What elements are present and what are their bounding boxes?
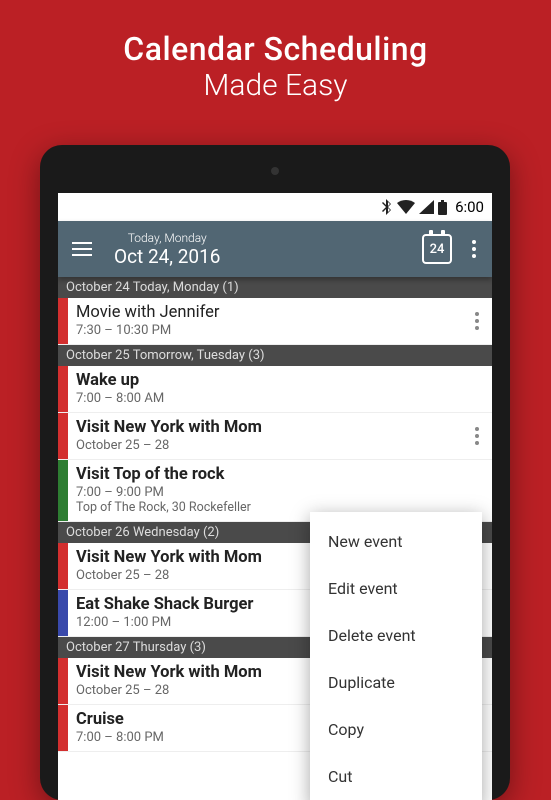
event-time: 7:00 – 9:00 PM [76,485,484,500]
appbar-overflow-icon[interactable] [466,234,482,264]
status-bar: 6:00 [58,193,492,221]
context-menu: New event Edit event Delete event Duplic… [310,512,482,800]
event-color-strip [58,658,68,704]
event-color-strip [58,543,68,589]
event-list: October 24 Today, Monday (1) Movie with … [58,277,492,752]
menu-delete-event[interactable]: Delete event [310,612,482,659]
event-item[interactable]: Visit New York with Mom October 25 – 28 [58,413,492,460]
event-item[interactable]: Wake up 7:00 – 8:00 AM [58,366,492,413]
event-overflow-icon[interactable] [462,413,492,459]
event-color-strip [58,705,68,751]
screen: 6:00 Today, Monday Oct 24, 2016 24 Octob… [58,193,492,800]
event-color-strip [58,460,68,521]
event-title: Wake up [76,371,484,390]
event-time: October 25 – 28 [76,438,454,453]
event-color-strip [58,590,68,636]
hamburger-menu-icon[interactable] [68,238,96,260]
date-picker[interactable]: Today, Monday Oct 24, 2016 [114,231,220,268]
section-header: October 24 Today, Monday (1) [58,277,492,298]
wifi-icon [397,200,415,214]
promo-line1: Calendar Scheduling [0,30,551,68]
event-color-strip [58,413,68,459]
event-time: 7:30 – 10:30 PM [76,323,454,338]
event-color-strip [58,366,68,412]
menu-new-event[interactable]: New event [310,518,482,565]
section-header: October 25 Tomorrow, Tuesday (3) [58,345,492,366]
clock-text: 6:00 [455,198,484,216]
tablet-camera [271,167,279,175]
event-title: Visit Top of the rock [76,465,484,484]
app-bar: Today, Monday Oct 24, 2016 24 [58,221,492,277]
menu-cut[interactable]: Cut [310,753,482,800]
event-title: Movie with Jennifer [76,303,454,322]
promo-line2: Made Easy [0,68,551,103]
date-big: Oct 24, 2016 [114,245,220,268]
tablet-frame: 6:00 Today, Monday Oct 24, 2016 24 Octob… [40,145,510,800]
date-small: Today, Monday [114,231,220,245]
bluetooth-icon [382,199,393,215]
event-overflow-icon[interactable] [462,298,492,344]
event-title: Visit New York with Mom [76,418,454,437]
today-button[interactable]: 24 [422,234,452,264]
event-time: 7:00 – 8:00 AM [76,391,484,406]
menu-copy[interactable]: Copy [310,706,482,753]
promo-title: Calendar Scheduling Made Easy [0,0,551,103]
menu-edit-event[interactable]: Edit event [310,565,482,612]
event-color-strip [58,298,68,344]
event-item[interactable]: Movie with Jennifer 7:30 – 10:30 PM [58,298,492,345]
today-number: 24 [430,242,445,257]
signal-icon [419,200,434,214]
menu-duplicate[interactable]: Duplicate [310,659,482,706]
battery-icon [438,200,447,215]
